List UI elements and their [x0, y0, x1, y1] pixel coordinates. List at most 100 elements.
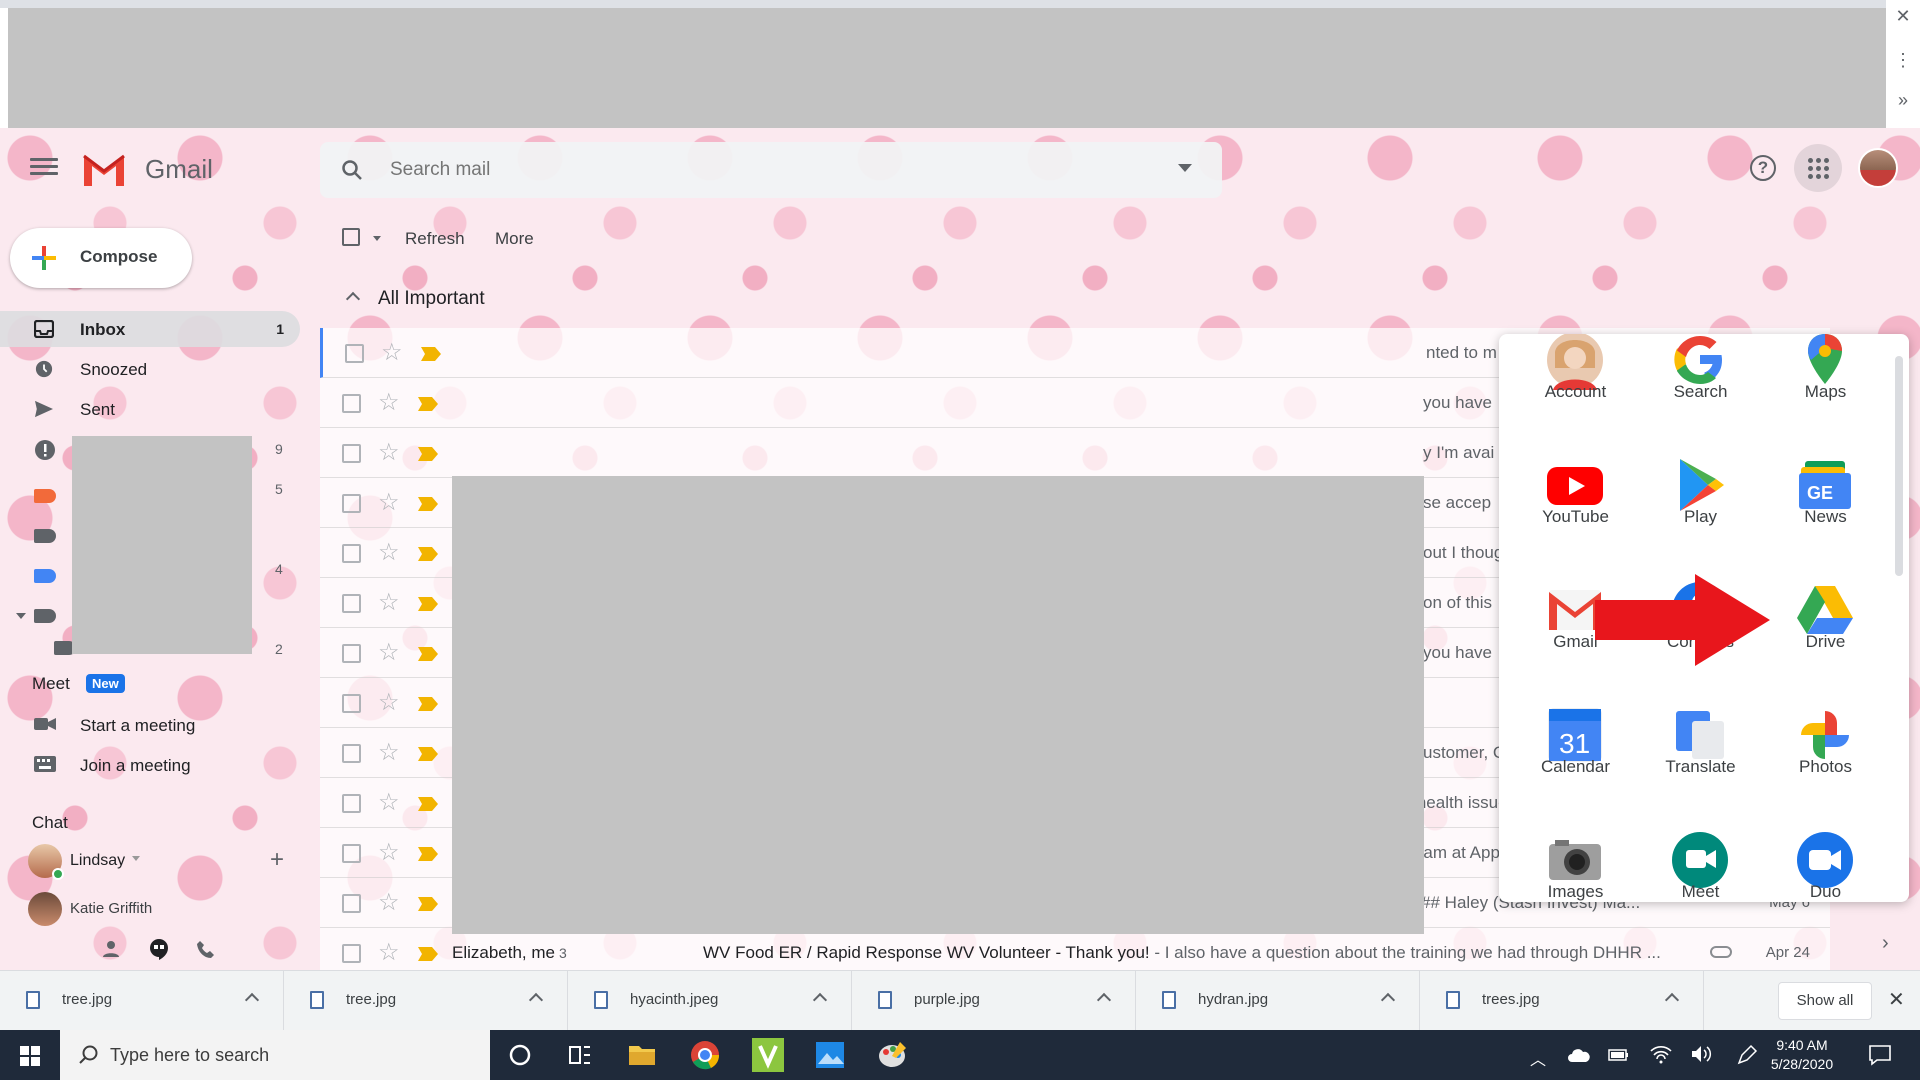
- app-youtube[interactable]: YouTube: [1513, 447, 1638, 557]
- download-options-chevron-icon[interactable]: [1096, 992, 1112, 1008]
- app-calendar[interactable]: 31 Calendar: [1513, 697, 1638, 807]
- app-news[interactable]: GE News: [1763, 447, 1888, 557]
- row-checkbox[interactable]: [345, 344, 364, 363]
- sidebar-item-sent[interactable]: Sent: [0, 391, 300, 427]
- star-icon[interactable]: ☆: [378, 938, 400, 967]
- row-checkbox[interactable]: [342, 644, 361, 663]
- app-drive[interactable]: Drive: [1763, 572, 1888, 682]
- search-options-chevron-icon[interactable]: [1178, 164, 1192, 172]
- star-icon[interactable]: ☆: [378, 388, 400, 417]
- status-dropdown-icon[interactable]: [132, 856, 140, 861]
- paint-app-icon[interactable]: [874, 1038, 910, 1072]
- join-meeting-link[interactable]: Join a meeting: [34, 756, 191, 777]
- onedrive-icon[interactable]: [1568, 1048, 1590, 1062]
- download-item[interactable]: tree.jpg: [284, 971, 568, 1031]
- star-icon[interactable]: ☆: [378, 688, 400, 717]
- apps-panel-scrollbar[interactable]: [1895, 356, 1903, 576]
- chat-contact[interactable]: Katie Griffith: [28, 892, 298, 932]
- browser-menu-icon[interactable]: ⋮: [1886, 50, 1920, 71]
- importance-marker-icon[interactable]: [418, 497, 438, 511]
- side-panel-expand-chevron-icon[interactable]: ›: [1882, 932, 1889, 955]
- download-options-chevron-icon[interactable]: [812, 992, 828, 1008]
- importance-marker-icon[interactable]: [418, 647, 438, 661]
- row-checkbox[interactable]: [342, 494, 361, 513]
- importance-marker-icon[interactable]: [418, 747, 438, 761]
- browser-close-icon[interactable]: ✕: [1886, 6, 1920, 27]
- start-meeting-link[interactable]: Start a meeting: [34, 716, 195, 737]
- chat-self[interactable]: Lindsay +: [28, 844, 298, 884]
- star-icon[interactable]: ☆: [378, 788, 400, 817]
- photos-app-icon[interactable]: [812, 1038, 848, 1072]
- importance-marker-icon[interactable]: [418, 397, 438, 411]
- download-item[interactable]: trees.jpg: [1420, 971, 1704, 1031]
- select-dropdown-chevron-icon[interactable]: [373, 236, 381, 241]
- importance-marker-icon[interactable]: [418, 547, 438, 561]
- download-item[interactable]: purple.jpg: [852, 971, 1136, 1031]
- importance-marker-icon[interactable]: [418, 697, 438, 711]
- label-orange-icon[interactable]: [34, 489, 56, 503]
- star-icon[interactable]: ☆: [378, 488, 400, 517]
- download-item[interactable]: tree.jpg: [0, 971, 284, 1031]
- star-icon[interactable]: ☆: [378, 888, 400, 917]
- app-translate[interactable]: Translate: [1638, 697, 1763, 807]
- star-icon[interactable]: ☆: [378, 588, 400, 617]
- hangouts-icon[interactable]: [148, 938, 170, 960]
- show-all-downloads-button[interactable]: Show all: [1778, 982, 1872, 1020]
- cortana-icon[interactable]: [502, 1038, 538, 1072]
- help-icon[interactable]: ?: [1750, 155, 1776, 181]
- task-view-icon[interactable]: [562, 1038, 598, 1072]
- more-button[interactable]: More: [495, 229, 534, 249]
- label-blue-icon[interactable]: [34, 569, 56, 583]
- app-images[interactable]: Images: [1513, 822, 1638, 902]
- contacts-person-icon[interactable]: [102, 940, 120, 958]
- phone-icon[interactable]: [196, 940, 216, 960]
- label-gray-icon[interactable]: [34, 609, 56, 623]
- label-gray-icon[interactable]: [34, 529, 56, 543]
- row-checkbox[interactable]: [342, 894, 361, 913]
- row-checkbox[interactable]: [342, 794, 361, 813]
- main-menu-icon[interactable]: [30, 154, 58, 180]
- star-icon[interactable]: ☆: [378, 738, 400, 767]
- email-row[interactable]: ☆ Elizabeth, me 3 WV Food ER / Rapid Respon…: [320, 928, 1830, 970]
- star-icon[interactable]: ☆: [378, 538, 400, 567]
- select-all-checkbox[interactable]: [342, 228, 360, 251]
- star-icon[interactable]: ☆: [381, 338, 403, 367]
- search-icon[interactable]: [340, 158, 364, 182]
- app-account[interactable]: Account: [1513, 334, 1638, 432]
- app-maps[interactable]: Maps: [1763, 334, 1888, 432]
- bookmarks-overflow-icon[interactable]: »: [1886, 90, 1920, 111]
- pen-workspace-icon[interactable]: [1736, 1044, 1758, 1066]
- importance-marker-icon[interactable]: [418, 897, 438, 911]
- battery-icon[interactable]: [1608, 1048, 1630, 1062]
- star-icon[interactable]: ☆: [378, 838, 400, 867]
- row-checkbox[interactable]: [342, 394, 361, 413]
- taskbar-search-box[interactable]: Type here to search: [60, 1030, 490, 1080]
- close-shelf-icon[interactable]: ✕: [1888, 987, 1905, 1012]
- chrome-icon[interactable]: [687, 1038, 723, 1072]
- app-search[interactable]: Search: [1638, 334, 1763, 432]
- file-explorer-icon[interactable]: [624, 1038, 660, 1072]
- app-duo[interactable]: Duo: [1763, 822, 1888, 902]
- windows-start-icon[interactable]: [20, 1046, 40, 1066]
- download-options-chevron-icon[interactable]: [1380, 992, 1396, 1008]
- row-checkbox[interactable]: [342, 744, 361, 763]
- expand-label-chevron-icon[interactable]: [16, 613, 26, 619]
- app-photos[interactable]: Photos: [1763, 697, 1888, 807]
- account-avatar[interactable]: [1858, 148, 1898, 188]
- download-item[interactable]: hydran.jpg: [1136, 971, 1420, 1031]
- system-clock[interactable]: 9:40 AM 5/28/2020: [1762, 1036, 1842, 1074]
- app-play[interactable]: Play: [1638, 447, 1763, 557]
- row-checkbox[interactable]: [342, 944, 361, 963]
- google-apps-button[interactable]: [1794, 144, 1842, 192]
- tray-overflow-chevron-icon[interactable]: ︿: [1530, 1046, 1546, 1070]
- vectr-app-icon[interactable]: [750, 1038, 786, 1072]
- search-input[interactable]: [390, 156, 1150, 184]
- download-options-chevron-icon[interactable]: [244, 992, 260, 1008]
- importance-marker-icon[interactable]: [418, 797, 438, 811]
- row-checkbox[interactable]: [342, 694, 361, 713]
- row-checkbox[interactable]: [342, 594, 361, 613]
- row-checkbox[interactable]: [342, 444, 361, 463]
- importance-marker-icon[interactable]: [418, 447, 438, 461]
- importance-marker-icon[interactable]: [418, 847, 438, 861]
- importance-marker-icon[interactable]: [418, 947, 438, 961]
